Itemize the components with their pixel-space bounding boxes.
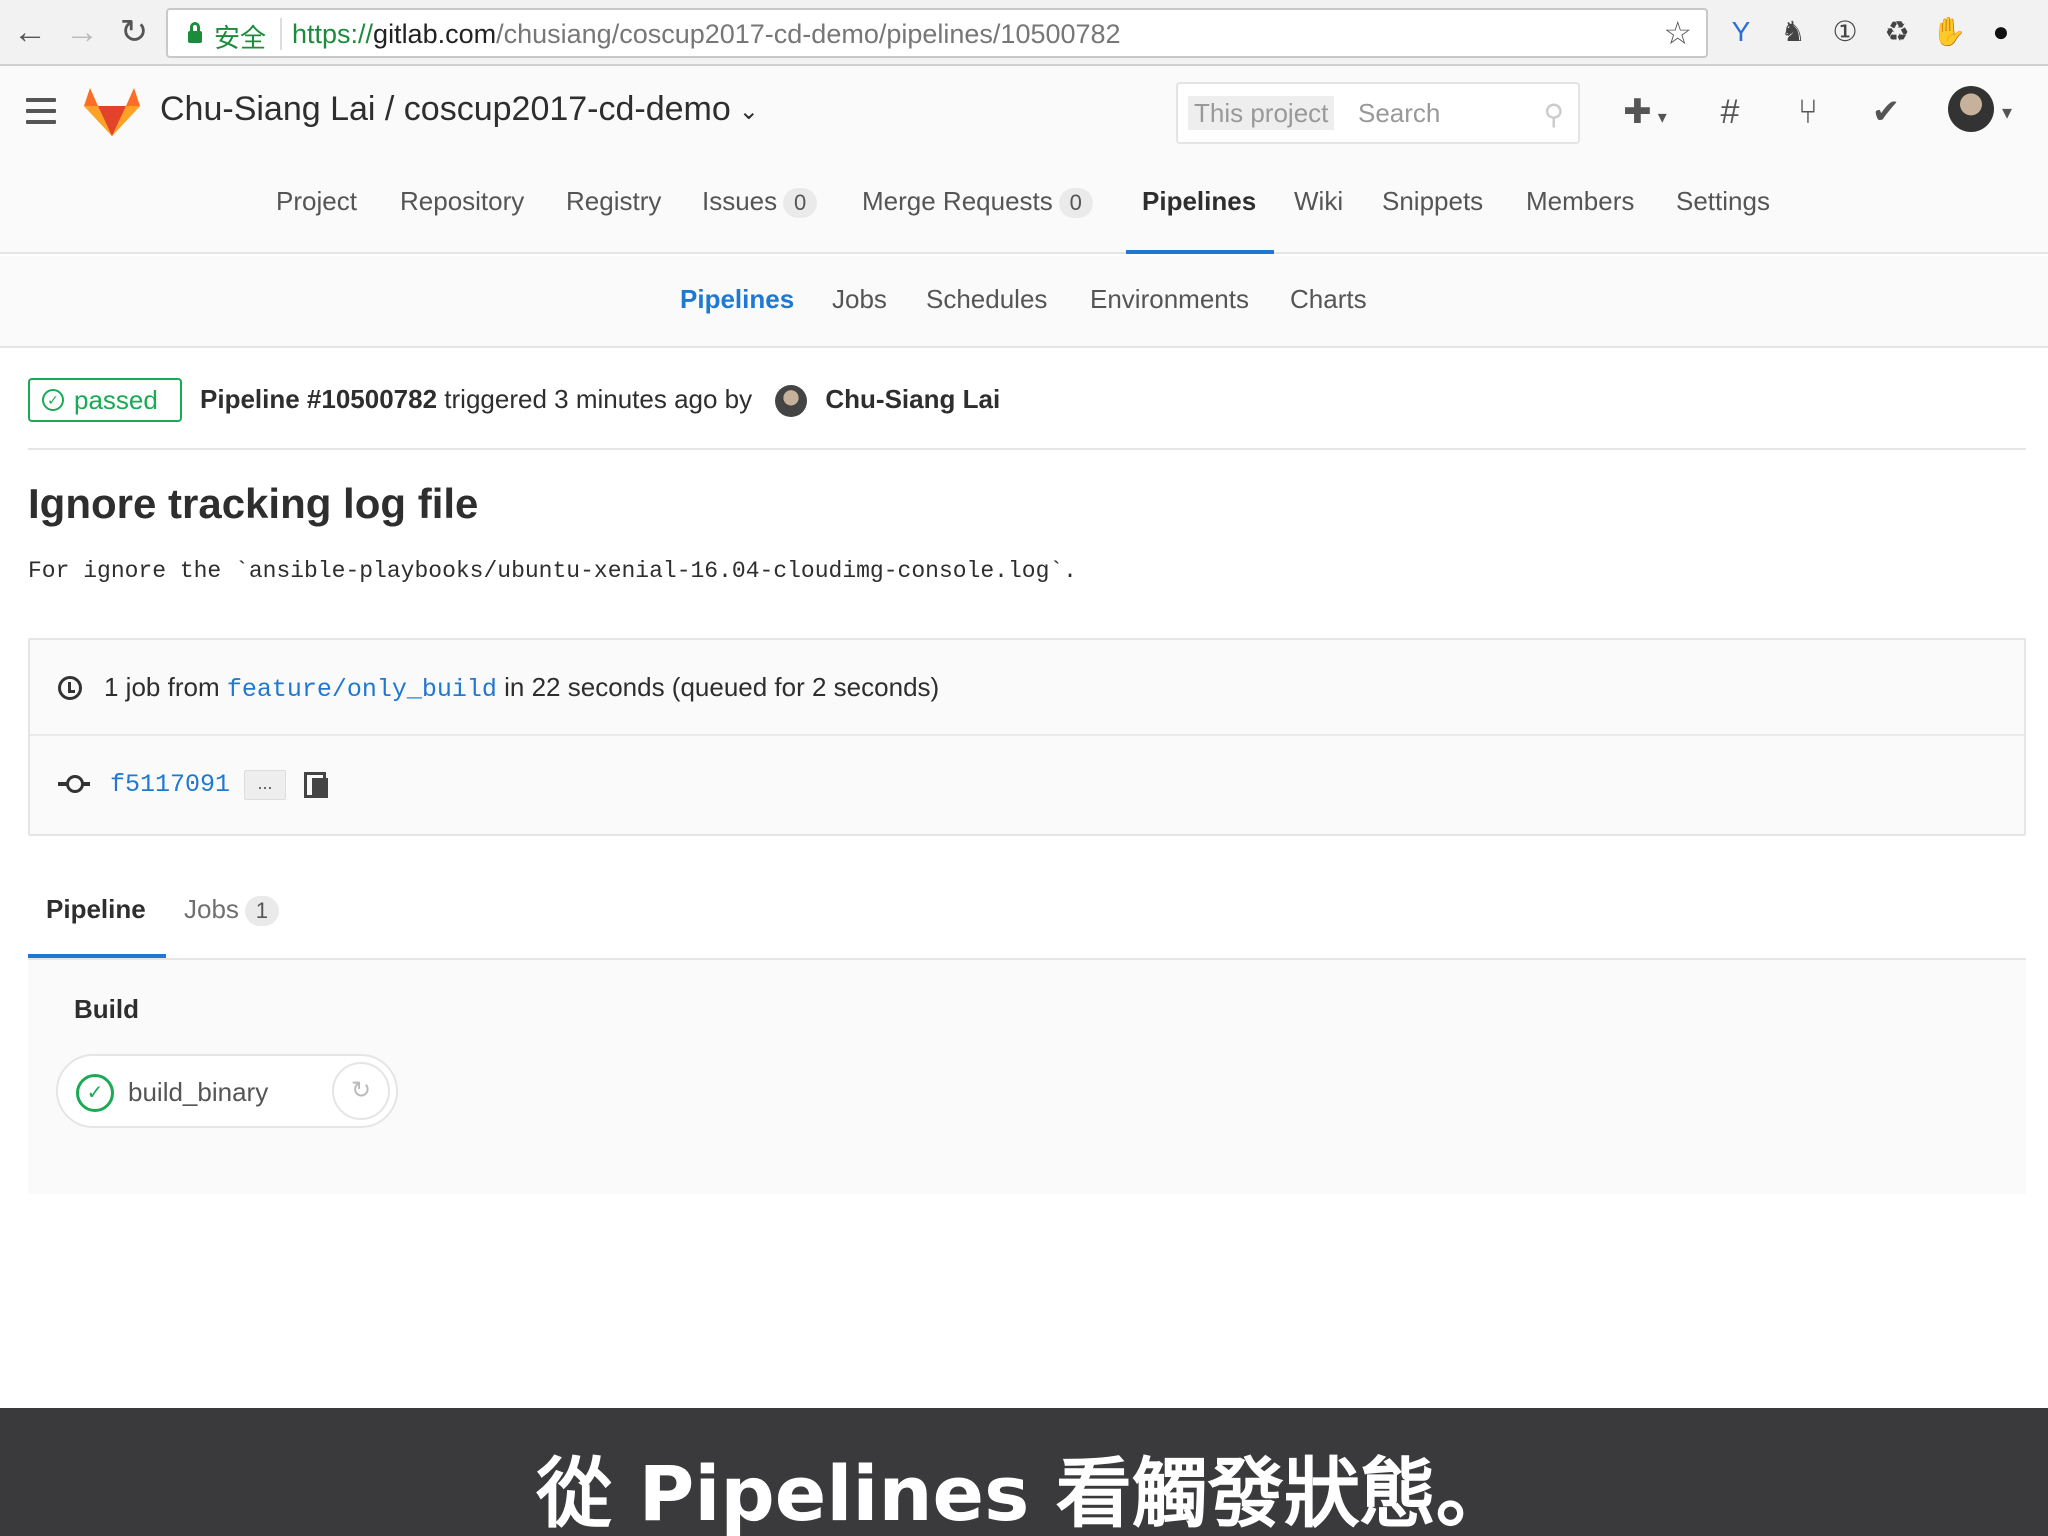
- check-circle-icon[interactable]: ✔: [1866, 90, 1906, 134]
- gitlab-logo-icon[interactable]: [84, 86, 140, 138]
- pipeline-id: Pipeline #10500782: [200, 384, 438, 414]
- nav-pipelines[interactable]: Pipelines: [1125, 186, 1275, 254]
- address-bar[interactable]: 安全 https://gitlab.com/chusiang/coscup201…: [166, 8, 1708, 58]
- commit-description: For ignore the `ansible-playbooks/ubuntu…: [28, 558, 1077, 584]
- copy-icon[interactable]: [304, 772, 328, 798]
- pipeline-info-box: 1 job from feature/only_build in 22 seco…: [28, 638, 2026, 836]
- user-avatar[interactable]: [1948, 86, 1994, 132]
- retry-icon[interactable]: ↻: [332, 1062, 390, 1120]
- hamburger-menu-icon[interactable]: [26, 98, 56, 124]
- author-name[interactable]: Chu-Siang Lai: [825, 384, 1000, 414]
- hat-icon[interactable]: ●: [1982, 12, 2020, 52]
- stage-title: Build: [74, 994, 139, 1024]
- merge-requests-count-badge: 0: [1058, 188, 1093, 218]
- subnav-environments[interactable]: Environments: [1090, 284, 1249, 315]
- nav-project[interactable]: Project: [276, 186, 357, 254]
- search-scope-badge: This project: [1188, 96, 1335, 130]
- tab-jobs[interactable]: Jobs 1: [184, 894, 279, 926]
- nav-snippets[interactable]: Snippets: [1382, 186, 1483, 254]
- triggered-text: triggered 3 minutes ago by: [444, 384, 753, 414]
- merge-request-icon[interactable]: ⑂: [1788, 90, 1828, 134]
- search-placeholder: Search: [1358, 98, 1441, 128]
- tab-pipeline[interactable]: Pipeline: [46, 894, 146, 925]
- status-badge[interactable]: ✓ passed: [28, 378, 182, 422]
- commit-title: Ignore tracking log file: [28, 480, 479, 527]
- jobs-count-badge: 1: [244, 896, 279, 926]
- duration-text: 1 job from feature/only_build in 22 seco…: [104, 672, 940, 704]
- expand-commit-button[interactable]: ...: [244, 770, 286, 800]
- nav-merge-requests[interactable]: Merge Requests 0: [862, 186, 1093, 254]
- secure-label: 安全: [214, 23, 267, 53]
- nav-wiki[interactable]: Wiki: [1294, 186, 1343, 254]
- nav-issues[interactable]: Issues 0: [702, 186, 818, 254]
- success-check-icon: ✓: [76, 1074, 114, 1112]
- onepassword-icon[interactable]: ①: [1826, 12, 1864, 52]
- divider: [28, 448, 2026, 450]
- recycle-icon[interactable]: ♻: [1878, 12, 1916, 52]
- commit-icon: [58, 775, 90, 793]
- caret-down-icon[interactable]: ▾: [2002, 100, 2012, 125]
- subnav-pipelines[interactable]: Pipelines: [680, 284, 794, 315]
- branch-link[interactable]: feature/only_build: [227, 675, 497, 704]
- subnav-schedules[interactable]: Schedules: [926, 284, 1047, 315]
- search-input[interactable]: This project Search ⚲: [1176, 82, 1580, 144]
- nav-members[interactable]: Members: [1526, 186, 1634, 254]
- url-separator: [280, 18, 282, 50]
- forward-icon[interactable]: →: [62, 12, 102, 52]
- pipelines-sub-nav: Pipelines Jobs Schedules Environments Ch…: [0, 256, 2048, 348]
- chevron-down-icon[interactable]: ⌄: [739, 97, 759, 126]
- nav-repository[interactable]: Repository: [400, 186, 524, 254]
- issues-count-badge: 0: [783, 188, 818, 218]
- lock-icon: [188, 22, 202, 44]
- evernote-icon[interactable]: ♞: [1774, 12, 1812, 52]
- browser-toolbar: ← → ↻ 安全 https://gitlab.com/chusiang/cos…: [0, 0, 2048, 66]
- clock-icon: [58, 676, 82, 700]
- new-dropdown-icon[interactable]: ✚ ▾: [1616, 90, 1674, 134]
- author-avatar[interactable]: [775, 385, 808, 418]
- subnav-charts[interactable]: Charts: [1290, 284, 1367, 315]
- project-title[interactable]: Chu-Siang Lai / coscup2017-cd-demo ⌄: [160, 90, 759, 129]
- commit-sha-link[interactable]: f5117091: [110, 770, 230, 799]
- search-icon: ⚲: [1543, 99, 1564, 130]
- hand-icon[interactable]: ✋: [1930, 12, 1968, 52]
- back-icon[interactable]: ←: [10, 12, 50, 52]
- reload-icon[interactable]: ↻: [114, 12, 154, 52]
- y-extension-icon[interactable]: Y: [1722, 12, 1760, 52]
- pipeline-duration-row: 1 job from feature/only_build in 22 seco…: [30, 640, 2024, 736]
- gitlab-header: Chu-Siang Lai / coscup2017-cd-demo ⌄ This…: [0, 66, 2048, 162]
- job-build-binary[interactable]: ✓ build_binary ↻: [56, 1054, 398, 1128]
- nav-settings[interactable]: Settings: [1676, 186, 1770, 254]
- todos-hash-icon[interactable]: #: [1710, 90, 1750, 134]
- nav-registry[interactable]: Registry: [566, 186, 661, 254]
- subnav-jobs[interactable]: Jobs: [832, 284, 887, 315]
- check-circle-icon: ✓: [42, 389, 64, 411]
- subtitle-text: 從 Pipelines 看觸發狀態。: [536, 1449, 1512, 1536]
- job-name: build_binary: [128, 1077, 269, 1107]
- extensions-area: Y ♞ ① ♻ ✋ ●: [1722, 12, 2020, 52]
- project-nav: Project Repository Registry Issues 0 Merg…: [0, 162, 2048, 254]
- bookmark-star-icon[interactable]: ☆: [1663, 14, 1692, 52]
- pipeline-meta: Pipeline #10500782 triggered 3 minutes a…: [200, 384, 1000, 418]
- url-text[interactable]: https://gitlab.com/chusiang/coscup2017-c…: [292, 19, 1121, 50]
- subtitle-bar: 從 Pipelines 看觸發狀態。: [0, 1408, 2048, 1536]
